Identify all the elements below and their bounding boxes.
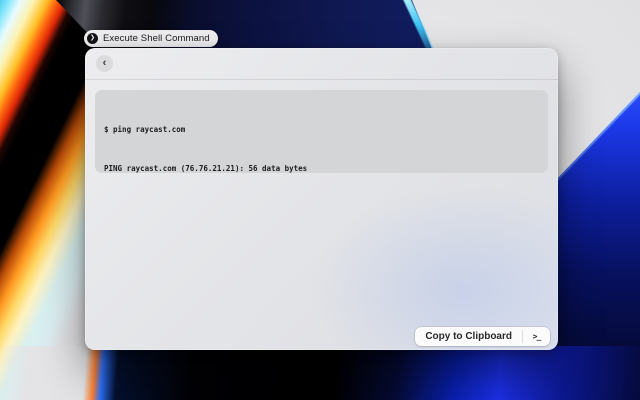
back-button[interactable]: ‹	[96, 55, 113, 72]
command-title-label: Execute Shell Command	[103, 33, 210, 44]
shell-command-icon: ❯	[87, 33, 98, 44]
terminal-line: PING raycast.com (76.76.21.21): 56 data …	[104, 162, 539, 173]
terminal-line: $ ping raycast.com	[104, 123, 539, 136]
command-title-badge: ❯ Execute Shell Command	[84, 30, 218, 47]
raycast-window: ‹ $ ping raycast.com PING raycast.com (7…	[85, 48, 558, 350]
footer-button-group: Copy to Clipboard >_	[415, 327, 550, 346]
terminal-icon[interactable]: >_	[523, 327, 550, 346]
terminal-output-panel: $ ping raycast.com PING raycast.com (76.…	[95, 90, 548, 173]
copy-to-clipboard-button[interactable]: Copy to Clipboard	[415, 327, 522, 346]
desktop: ❯ Execute Shell Command ‹ $ ping raycast…	[0, 0, 640, 400]
wallpaper-bottom-dark	[0, 346, 640, 400]
window-header: ‹	[85, 48, 558, 80]
